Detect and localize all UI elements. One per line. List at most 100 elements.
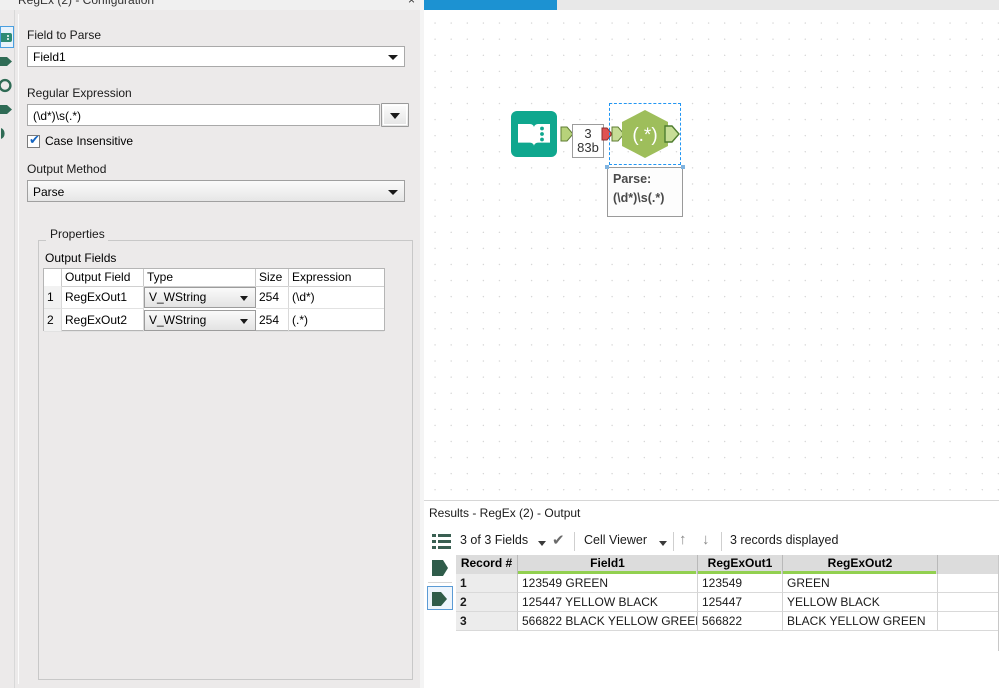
configuration-panel: Field to Parse Field1 Regular Expression…	[15, 10, 420, 688]
of-row-expression: (.*)	[289, 309, 384, 332]
results-toolbar: 3 of 3 Fields ✔ Cell Viewer ↑ ↓ 3 record…	[424, 528, 999, 556]
input-data-node-icon[interactable]	[510, 110, 558, 158]
chevron-down-icon	[240, 296, 248, 301]
of-header-output-field: Output Field	[62, 269, 144, 286]
table-row[interactable]: 1 123549 GREEN 123549 GREEN	[456, 574, 999, 593]
column-header-record-label: Record #	[460, 556, 513, 570]
circle-tool-icon[interactable]	[0, 78, 14, 93]
output-arrow-icon[interactable]	[0, 54, 14, 69]
canvas-dot-grid	[424, 10, 999, 500]
fields-selector-label[interactable]: 3 of 3 Fields	[460, 533, 528, 547]
output-fields-table[interactable]: Output Field Type Size Expression 1 RegE…	[43, 268, 385, 332]
toolbar-separator	[673, 532, 674, 551]
cell-out1[interactable]: 123549	[698, 574, 783, 593]
output-method-label: Output Method	[27, 162, 107, 176]
of-header-type: Type	[144, 269, 256, 286]
output-fields-header-row: Output Field Type Size Expression	[44, 269, 384, 287]
cell-out1[interactable]: 566822	[698, 612, 783, 631]
cell-filler	[938, 612, 999, 631]
annotation-handle-tr[interactable]	[681, 165, 685, 169]
field-list-icon[interactable]	[432, 533, 452, 551]
node-selection-box	[609, 103, 681, 165]
check-icon: ✔	[29, 132, 40, 147]
results-gutter	[424, 555, 456, 689]
output-anchor-icon[interactable]	[432, 560, 449, 576]
of-header-size: Size	[256, 269, 289, 286]
config-window-titlebar: RegEx (2) - Configuration ×	[0, 0, 420, 10]
record-size: 83b	[577, 140, 599, 155]
column-header-out2-label: RegExOut2	[827, 556, 893, 570]
of-row-type-value: V_WString	[149, 313, 207, 327]
annotation-line-1: Parse:	[613, 172, 652, 186]
of-row-type-select[interactable]: V_WString	[144, 310, 256, 331]
cell-filler	[938, 593, 999, 612]
cell-record: 2	[456, 593, 518, 612]
annotation-handle-tl[interactable]	[605, 165, 609, 169]
of-row-number: 1	[44, 286, 62, 309]
cell-out2[interactable]: BLACK YELLOW GREEN	[783, 612, 938, 631]
record-counter-box[interactable]: 3 83b	[572, 124, 604, 158]
of-row-number: 2	[44, 309, 62, 332]
workflow-tab-active[interactable]	[424, 0, 557, 10]
tool-palette-strip	[0, 10, 15, 688]
cell-field1[interactable]: 566822 BLACK YELLOW GREEN	[518, 612, 698, 631]
chevron-down-icon[interactable]	[538, 541, 546, 546]
half-circle-tool-icon[interactable]	[0, 126, 14, 141]
output-fields-row[interactable]: 1 RegExOut1 V_WString 254 (\d*)	[44, 286, 384, 309]
cell-out2[interactable]: GREEN	[783, 574, 938, 593]
cell-record: 3	[456, 612, 518, 631]
case-insensitive-checkbox[interactable]: ✔	[27, 132, 40, 148]
cell-out2[interactable]: YELLOW BLACK	[783, 593, 938, 612]
cell-field1[interactable]: 123549 GREEN	[518, 574, 698, 593]
of-header-blank	[44, 269, 62, 286]
column-header-record[interactable]: Record #	[456, 555, 518, 574]
close-icon[interactable]: ×	[408, 0, 415, 7]
view-mode-label[interactable]: Cell Viewer	[584, 533, 647, 547]
output-anchor-selected[interactable]	[427, 586, 453, 610]
of-row-field-name[interactable]: RegExOut1	[62, 286, 144, 309]
of-row-expression: (\d*)	[289, 286, 384, 309]
of-row-size[interactable]: 254	[256, 286, 289, 309]
config-window-title: RegEx (2) - Configuration	[18, 0, 155, 7]
output-fields-row[interactable]: 2 RegExOut2 V_WString 254 (.*)	[44, 309, 384, 332]
check-icon[interactable]: ✔	[552, 531, 565, 549]
regular-expression-dropdown-button[interactable]	[381, 103, 409, 127]
of-row-size[interactable]: 254	[256, 309, 289, 332]
annotation-line-2: (\d*)\s(.*)	[613, 191, 665, 205]
chevron-down-icon[interactable]	[659, 541, 667, 546]
of-row-field-name[interactable]: RegExOut2	[62, 309, 144, 332]
results-data-grid[interactable]: Record # Field1 RegExOut1 RegExOut2 1 12…	[456, 555, 999, 689]
cell-filler	[938, 574, 999, 593]
output-arrow-icon-2[interactable]	[0, 102, 14, 117]
chevron-down-icon	[390, 113, 400, 119]
toolbar-separator	[574, 532, 575, 551]
toolbar-separator	[721, 532, 722, 551]
chevron-down-icon	[388, 190, 398, 195]
browse-tool-icon[interactable]	[0, 30, 14, 45]
sort-down-icon[interactable]: ↓	[702, 531, 710, 548]
regular-expression-input[interactable]: (\d*)\s(.*)	[27, 104, 380, 126]
of-row-type-select[interactable]: V_WString	[144, 287, 256, 308]
results-panel-title: Results - RegEx (2) - Output	[429, 506, 581, 520]
table-row[interactable]: 2 125447 YELLOW BLACK 125447 YELLOW BLAC…	[456, 593, 999, 612]
field-to-parse-select[interactable]: Field1	[27, 46, 405, 67]
column-header-out2[interactable]: RegExOut2	[783, 555, 938, 574]
column-header-field1-label: Field1	[590, 556, 625, 570]
column-header-field1[interactable]: Field1	[518, 555, 698, 574]
gutter-divider	[428, 582, 452, 583]
chevron-down-icon	[388, 55, 398, 60]
column-header-out1[interactable]: RegExOut1	[698, 555, 783, 574]
cell-field1[interactable]: 125447 YELLOW BLACK	[518, 593, 698, 612]
results-header-row: Record # Field1 RegExOut1 RegExOut2	[456, 555, 999, 574]
regular-expression-value: (\d*)\s(.*)	[33, 109, 81, 123]
node-annotation-box[interactable]: Parse: (\d*)\s(.*)	[607, 167, 683, 217]
table-row[interactable]: 3 566822 BLACK YELLOW GREEN 566822 BLACK…	[456, 612, 999, 631]
workflow-canvas[interactable]	[424, 10, 999, 500]
sort-up-icon[interactable]: ↑	[679, 531, 687, 548]
output-method-select[interactable]: Parse	[27, 180, 405, 202]
record-count: 3	[584, 126, 592, 141]
cell-record: 1	[456, 574, 518, 593]
output-anchor-icon-2	[432, 591, 449, 607]
records-displayed-label: 3 records displayed	[730, 533, 839, 547]
cell-out1[interactable]: 125447	[698, 593, 783, 612]
